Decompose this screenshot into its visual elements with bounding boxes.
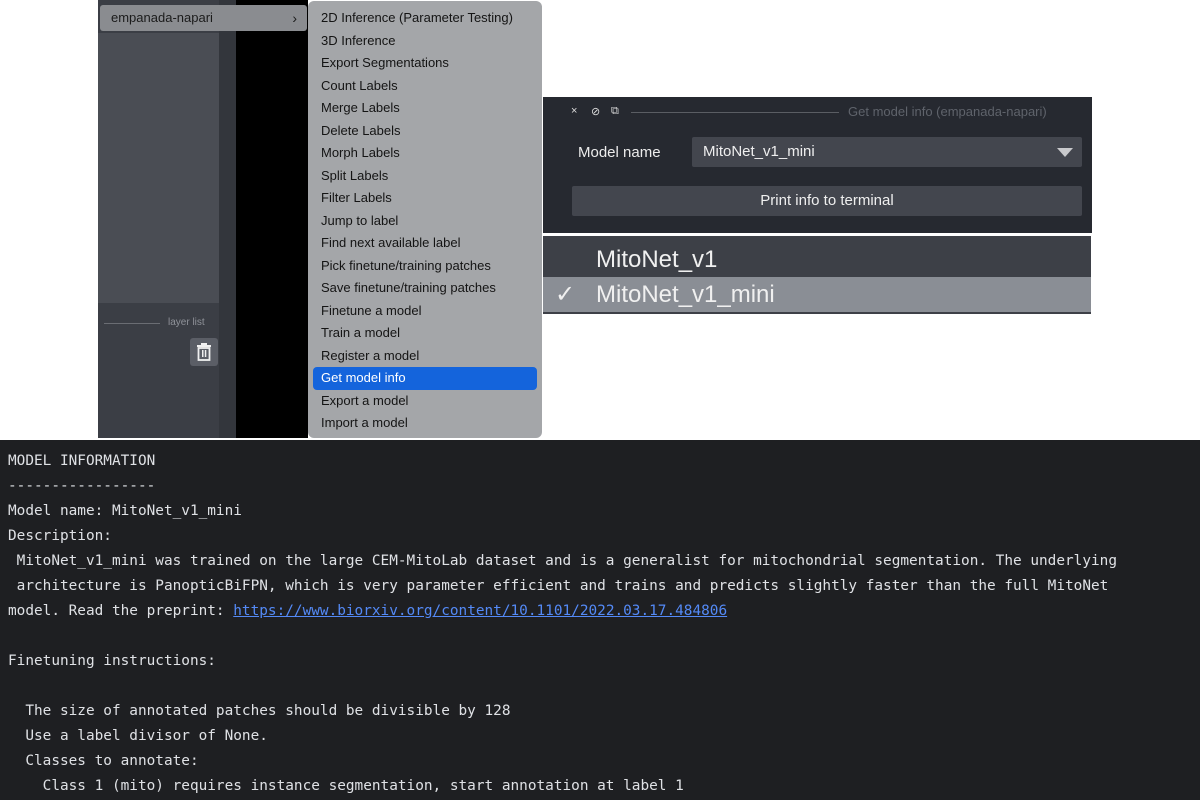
submenu-item[interactable]: Export a model <box>313 390 537 413</box>
terminal-line: The size of annotated patches should be … <box>8 702 511 720</box>
empanada-submenu: 2D Inference (Parameter Testing) 3D Infer… <box>308 1 542 438</box>
terminal-line-text: ----------------- <box>8 478 156 494</box>
terminal-line-text: Finetuning instructions: <box>8 653 216 669</box>
layer-list-label: layer list <box>168 317 205 328</box>
plugin-menu-label: empanada-napari <box>111 10 213 25</box>
get-model-info-widget: × ⊘ ⧉ Get model info (empanada-napari) M… <box>543 97 1092 233</box>
submenu-item[interactable]: Pick finetune/training patches <box>313 255 537 278</box>
dropdown-option-selected[interactable]: ✓ MitoNet_v1_mini <box>543 277 1091 312</box>
terminal-line-text: Use a label divisor of None. <box>8 728 268 744</box>
chevron-right-icon: › <box>292 10 297 26</box>
print-info-button[interactable]: Print info to terminal <box>572 186 1082 216</box>
terminal-output: MODEL INFORMATION ----------------- Model … <box>0 440 1200 800</box>
dropdown-arrow-icon <box>1057 148 1073 157</box>
submenu-item[interactable]: 3D Inference <box>313 30 537 53</box>
submenu-item[interactable]: Filter Labels <box>313 187 537 210</box>
submenu-item[interactable]: Save finetune/training patches <box>313 277 537 300</box>
dock-title: Get model info (empanada-napari) <box>848 104 1047 119</box>
close-icon[interactable]: × <box>571 105 577 117</box>
terminal-line-text: MitoNet_v1_mini was trained on the large… <box>8 553 1117 569</box>
model-dropdown-list: MitoNet_v1 ✓ MitoNet_v1_mini <box>543 236 1091 314</box>
terminal-line-text: The size of annotated patches should be … <box>8 703 511 719</box>
terminal-line: MODEL INFORMATION <box>8 452 155 470</box>
terminal-line: Description: <box>8 527 112 545</box>
submenu-item[interactable]: Merge Labels <box>313 97 537 120</box>
submenu-item[interactable]: Split Labels <box>313 165 537 188</box>
panel-splitter[interactable] <box>219 0 236 438</box>
model-name-label: Model name <box>578 144 661 161</box>
terminal-line: Use a label divisor of None. <box>8 727 268 745</box>
terminal-line: Class 1 (mito) requires instance segment… <box>8 777 684 795</box>
terminal-line-text: architecture is PanopticBiFPN, which is … <box>8 578 1109 594</box>
terminal-line: Finetuning instructions: <box>8 652 216 670</box>
terminal-line: Classes to annotate: <box>8 752 199 770</box>
submenu-item[interactable]: Find next available label <box>313 232 537 255</box>
viewer-canvas[interactable] <box>236 0 308 438</box>
submenu-item[interactable]: Export Segmentations <box>313 52 537 75</box>
submenu-item[interactable]: Register a model <box>313 345 537 368</box>
terminal-line: ----------------- <box>8 477 155 495</box>
submenu-item[interactable]: Get model info <box>313 367 537 390</box>
terminal-line-text: Model name: MitoNet_v1_mini <box>8 503 242 519</box>
submenu-item[interactable]: Jump to label <box>313 210 537 233</box>
submenu-item[interactable]: Count Labels <box>313 75 537 98</box>
submenu-item[interactable]: Train a model <box>313 322 537 345</box>
submenu-item[interactable]: 2D Inference (Parameter Testing) <box>313 7 537 30</box>
terminal-line-text: Class 1 (mito) requires instance segment… <box>8 778 684 794</box>
plugin-menu-item-empanada[interactable]: empanada-napari › <box>100 5 307 31</box>
option-label: MitoNet_v1 <box>596 246 718 273</box>
dropdown-option[interactable]: MitoNet_v1 <box>543 242 1091 277</box>
dock-titlebar: × ⊘ ⧉ Get model info (empanada-napari) <box>543 97 1092 127</box>
terminal-line: Model name: MitoNet_v1_mini <box>8 502 242 520</box>
terminal-line-text: MODEL INFORMATION <box>8 453 156 469</box>
terminal-line: architecture is PanopticBiFPN, which is … <box>8 577 1109 595</box>
terminal-line-text: model. Read the preprint: <box>8 603 234 619</box>
checkmark-icon: ✓ <box>555 281 576 308</box>
terminal-line: MitoNet_v1_mini was trained on the large… <box>8 552 1117 570</box>
submenu-item[interactable]: Finetune a model <box>313 300 537 323</box>
terminal-line-text: Classes to annotate: <box>8 753 199 769</box>
delete-layer-button[interactable] <box>190 338 218 366</box>
terminal-line-text: Description: <box>8 528 112 544</box>
submenu-item[interactable]: Delete Labels <box>313 120 537 143</box>
hide-icon[interactable]: ⊘ <box>591 105 600 118</box>
float-icon[interactable]: ⧉ <box>611 105 619 118</box>
model-name-select[interactable]: MitoNet_v1_mini <box>692 137 1082 167</box>
submenu-item[interactable]: Morph Labels <box>313 142 537 165</box>
terminal-line: model. Read the preprint: https://www.bi… <box>8 602 727 620</box>
option-label: MitoNet_v1_mini <box>596 281 775 308</box>
titlebar-divider <box>631 112 839 113</box>
layer-controls-area <box>98 33 219 303</box>
submenu-item[interactable]: Import a model <box>313 412 537 435</box>
layer-list-divider <box>104 323 160 324</box>
trash-icon <box>197 343 211 361</box>
preprint-link[interactable]: https://www.biorxiv.org/content/10.1101/… <box>233 603 727 619</box>
model-select-value: MitoNet_v1_mini <box>703 143 815 160</box>
